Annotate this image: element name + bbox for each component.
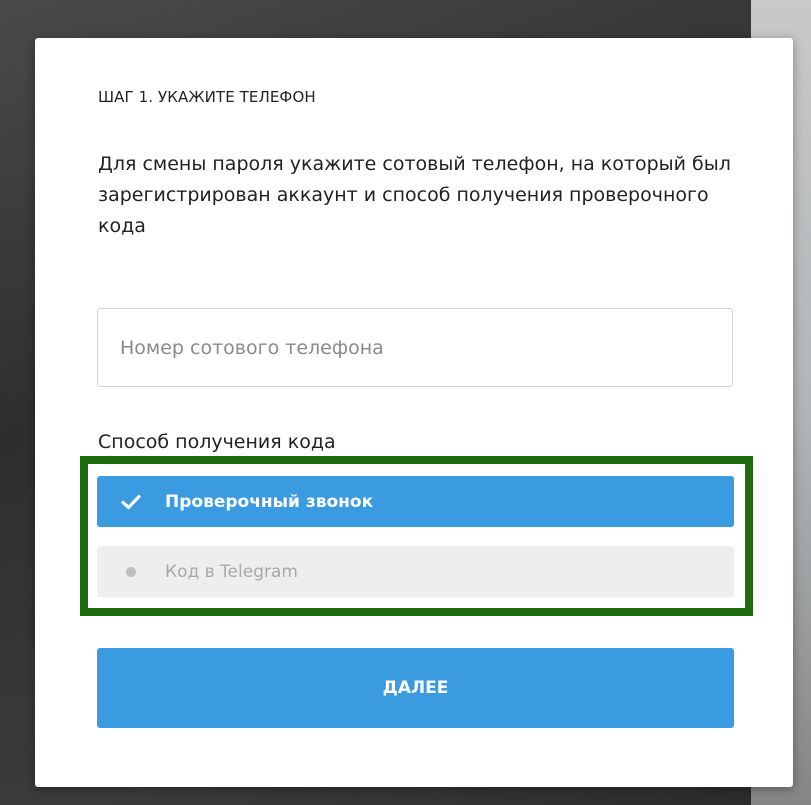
method-option-label: Проверочный звонок [165, 491, 374, 512]
phone-number-input[interactable] [97, 308, 733, 387]
step-title: ШАГ 1. УКАЖИТЕ ТЕЛЕФОН [98, 88, 316, 106]
code-method-label: Способ получения кода [98, 431, 336, 453]
dot-icon [97, 566, 165, 577]
password-reset-modal: ШАГ 1. УКАЖИТЕ ТЕЛЕФОН Для смены пароля … [35, 38, 793, 787]
check-icon [97, 494, 165, 510]
method-option-telegram[interactable]: Код в Telegram [97, 546, 734, 597]
instructions-text: Для смены пароля укажите сотовый телефон… [98, 153, 731, 237]
next-button[interactable]: ДАЛЕЕ [97, 648, 734, 728]
method-option-label: Код в Telegram [165, 561, 298, 582]
method-option-call[interactable]: Проверочный звонок [97, 476, 734, 527]
